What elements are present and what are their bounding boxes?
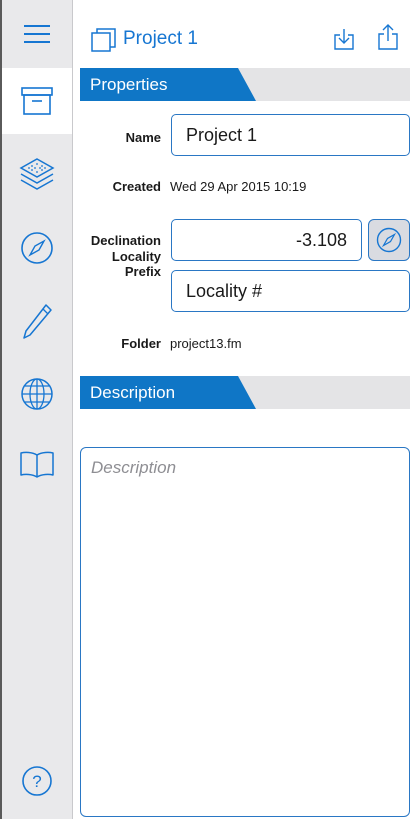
- compass-icon: [21, 232, 53, 264]
- share-icon[interactable]: [377, 23, 399, 51]
- copy-icon: [91, 28, 116, 52]
- archive-box-icon: [21, 87, 53, 115]
- menu-icon: [24, 25, 50, 43]
- help-button[interactable]: ?: [2, 756, 72, 806]
- description-textarea[interactable]: Description: [80, 447, 410, 817]
- locality-label-line1: Locality: [111, 249, 161, 264]
- sidebar: ?: [0, 0, 72, 819]
- description-section-bar: Description: [80, 376, 410, 409]
- created-label: Created: [112, 179, 161, 194]
- folder-label: Folder: [121, 336, 161, 351]
- properties-section-bar: Properties: [80, 68, 410, 101]
- locality-label-line2: Prefix: [124, 264, 161, 279]
- header: Project 1: [73, 0, 410, 68]
- menu-button[interactable]: [2, 12, 72, 56]
- declination-label: Declination: [90, 233, 161, 248]
- name-field[interactable]: Project 1: [171, 114, 410, 156]
- globe-icon: [21, 378, 53, 410]
- sidebar-divider: [72, 0, 73, 819]
- description-placeholder: Description: [91, 458, 177, 477]
- name-label: Name: [125, 130, 161, 145]
- help-icon: ?: [22, 766, 52, 796]
- created-value: Wed 29 Apr 2015 10:19: [170, 179, 307, 194]
- pencil-icon: [23, 304, 52, 339]
- sidebar-item-edit[interactable]: [2, 296, 72, 348]
- properties-section-label: Properties: [90, 75, 168, 94]
- sidebar-item-archive[interactable]: [2, 68, 72, 134]
- compass-button[interactable]: [368, 219, 410, 261]
- locality-prefix-label: Locality Prefix: [112, 249, 161, 279]
- declination-field[interactable]: -3.108: [171, 219, 362, 261]
- sidebar-item-compass[interactable]: [2, 224, 72, 272]
- folder-value: project13.fm: [170, 336, 242, 351]
- download-icon[interactable]: [333, 27, 355, 51]
- layers-icon: [19, 158, 55, 190]
- description-section-label: Description: [90, 383, 176, 402]
- sidebar-item-globe[interactable]: [2, 370, 72, 418]
- app-screen: ? Project 1 Properties Name Project 1 Cr…: [0, 0, 410, 819]
- book-icon: [20, 451, 54, 478]
- compass-icon: [376, 227, 402, 253]
- svg-text:?: ?: [32, 772, 41, 791]
- sidebar-item-layers[interactable]: [2, 150, 72, 198]
- sidebar-item-book[interactable]: [2, 440, 72, 488]
- locality-prefix-field[interactable]: Locality #: [171, 270, 410, 312]
- page-title: Project 1: [123, 28, 198, 49]
